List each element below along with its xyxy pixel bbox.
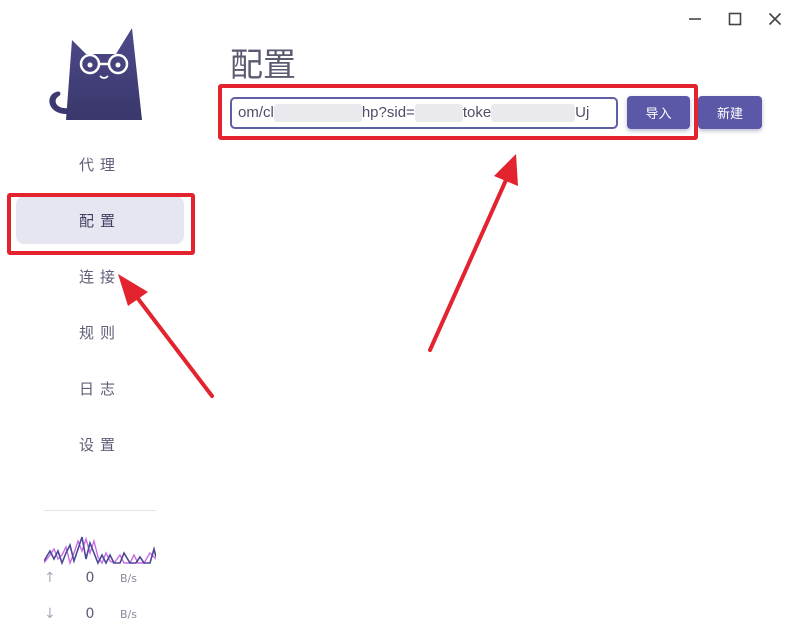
cat-logo-icon (49, 28, 142, 120)
window-controls (684, 8, 786, 30)
download-speed-value: 0 (85, 606, 95, 622)
sidebar-item-label: 日志 (78, 379, 121, 398)
sidebar-item-label: 设置 (78, 435, 121, 454)
maximize-icon[interactable] (724, 8, 746, 30)
sidebar-item-settings[interactable]: 设置 (16, 420, 184, 468)
page-title: 配置 (230, 45, 296, 84)
upload-speed-row: ↑ 0 B/s (44, 570, 156, 586)
close-icon[interactable] (764, 8, 786, 30)
sidebar-item-rules[interactable]: 规则 (16, 308, 184, 356)
upload-speed-value: 0 (85, 570, 95, 586)
sidebar-item-label: 代理 (78, 155, 121, 174)
annotation-arrow (428, 178, 508, 352)
sidebar-item-label: 规则 (78, 323, 121, 342)
arrow-up-icon: ↑ (44, 570, 56, 586)
annotation-highlight-box (218, 84, 698, 140)
sidebar-item-logs[interactable]: 日志 (16, 364, 184, 412)
new-profile-button[interactable]: 新建 (698, 96, 762, 129)
sidebar-item-proxies[interactable]: 代理 (16, 140, 184, 188)
sidebar: 代理 配置 连接 规则 日志 设置 ↑ 0 B/s ↓ 0 B/s (0, 0, 200, 636)
traffic-panel: ↑ 0 B/s ↓ 0 B/s (44, 510, 156, 622)
download-speed-unit: B/s (120, 607, 137, 621)
arrow-down-icon: ↓ (44, 606, 56, 622)
download-speed-row: ↓ 0 B/s (44, 606, 156, 622)
upload-speed-unit: B/s (120, 571, 137, 585)
traffic-graph (44, 536, 156, 565)
divider (44, 510, 156, 511)
sidebar-nav: 代理 配置 连接 规则 日志 设置 (16, 140, 184, 476)
sidebar-item-label: 连接 (78, 267, 121, 286)
sidebar-item-connections[interactable]: 连接 (16, 252, 184, 300)
annotation-arrowhead (494, 154, 518, 186)
annotation-highlight-box (7, 193, 195, 255)
minimize-icon[interactable] (684, 8, 706, 30)
